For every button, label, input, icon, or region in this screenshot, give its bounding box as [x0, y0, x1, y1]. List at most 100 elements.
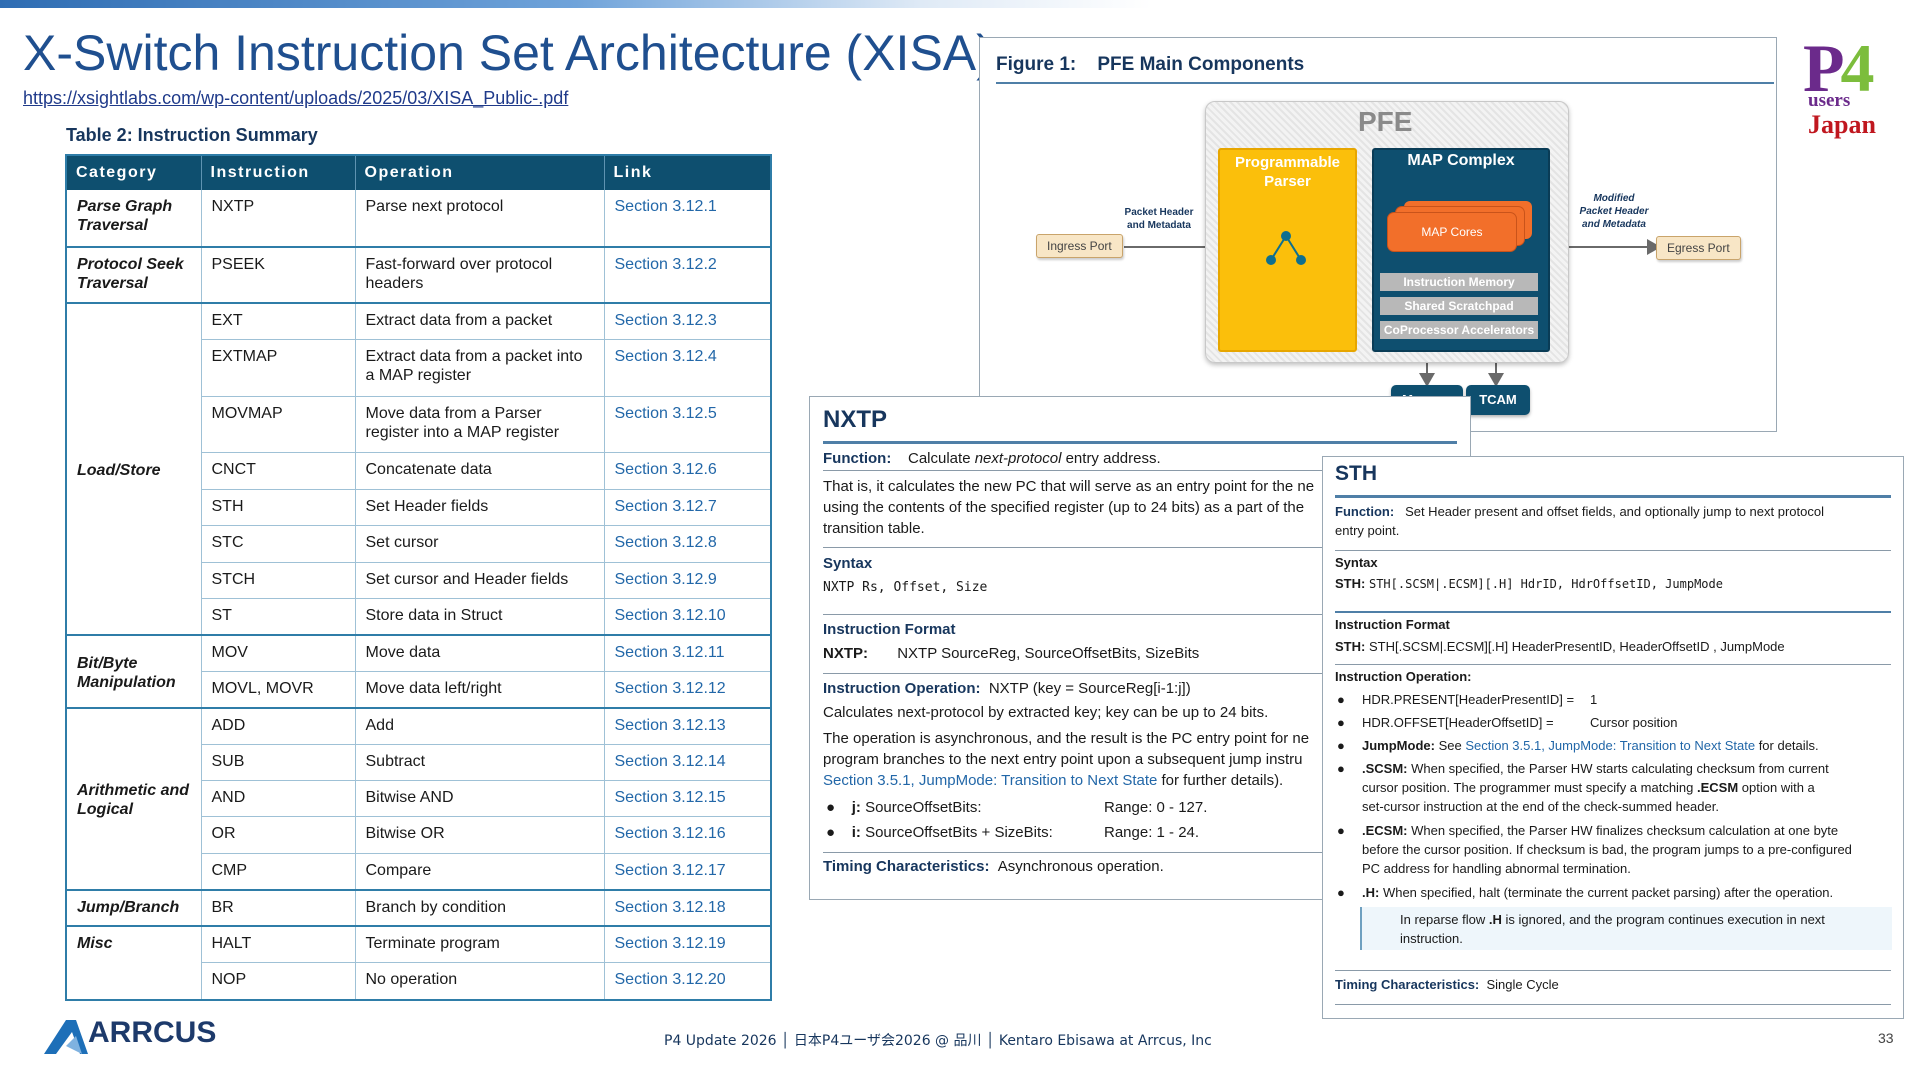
operation-cell: Add	[355, 707, 605, 745]
sth-syntax-value: STH[.SCSM|.ECSM][.H] HdrID, HdrOffsetID,…	[1368, 577, 1723, 591]
nxtp-desc-2: using the contents of the specified regi…	[823, 499, 1305, 516]
nxtp-bullet-i-label: i:	[851, 824, 861, 841]
operation-cell: Store data in Struct	[355, 598, 605, 636]
table-row: Load/Store EXT Extract data from a packe…	[67, 303, 770, 636]
nxtp-desc-1: That is, it calculates the new PC that w…	[823, 478, 1315, 495]
operation-cell: Terminate program	[355, 925, 605, 963]
section-link[interactable]: Section 3.12.11	[604, 634, 770, 672]
category-cell: Arithmetic and Logical	[67, 707, 202, 891]
divider	[1335, 970, 1891, 971]
section-link[interactable]: Section 3.12.12	[604, 671, 770, 709]
nxtp-op-label: Instruction Operation:	[823, 680, 981, 697]
instruction-cell: STH	[201, 489, 356, 527]
instruction-cell: NXTP	[201, 190, 356, 248]
source-link[interactable]: https://xsightlabs.com/wp-content/upload…	[23, 88, 568, 109]
nxtp-function: Function: Calculate next-protocol entry …	[823, 448, 1161, 469]
sth-scsm-label: .SCSM:	[1362, 761, 1408, 776]
operation-cell: Bitwise AND	[355, 780, 605, 818]
section-link[interactable]: Section 3.12.16	[604, 816, 770, 854]
section-link[interactable]: Section 3.12.14	[604, 744, 770, 781]
sth-note: In reparse flow .H is ignored, and the p…	[1400, 910, 1825, 929]
sth-h-label: .H:	[1362, 885, 1380, 900]
table-row: Protocol Seek Traversal PSEEK Fast-forwa…	[67, 246, 770, 305]
nxtp-syntax: NXTP Rs, Offset, Size	[823, 580, 988, 595]
table-row: Jump/Branch BR Branch by condition Secti…	[67, 889, 770, 927]
parser-label: Programmable Parser	[1234, 154, 1341, 190]
header-link: Link	[604, 156, 770, 190]
arrcus-logo: ARRCUS	[88, 1016, 217, 1049]
section-link[interactable]: Section 3.12.19	[604, 925, 770, 963]
section-link[interactable]: Section 3.12.1	[604, 190, 770, 248]
sth-format-name: STH:	[1335, 639, 1366, 654]
instruction-cell: STCH	[201, 562, 356, 599]
category-cell: Parse Graph Traversal	[67, 190, 202, 248]
instruction-cell: MOVMAP	[201, 396, 356, 454]
section-link[interactable]: Section 3.12.15	[604, 780, 770, 818]
sth-format: STH: STH[.SCSM|.ECSM][.H] HeaderPresentI…	[1335, 637, 1785, 656]
sth-section-link[interactable]: Section 3.5.1, JumpMode: Transition to N…	[1465, 738, 1755, 753]
bullet-icon: ●	[1337, 738, 1345, 753]
sth-ecsm-text: When specified, the Parser HW finalizes …	[1407, 823, 1839, 838]
nxtp-timing-value: Asynchronous operation.	[997, 858, 1164, 875]
pfe-label: PFE	[1358, 106, 1413, 137]
operation-cell: Extract data from a packet into a MAP re…	[355, 339, 605, 397]
section-link[interactable]: Section 3.12.13	[604, 707, 770, 745]
nxtp-op-3: program branches to the next entry point…	[823, 751, 1303, 768]
nxtp-function-em: next-protocol	[974, 450, 1062, 467]
sth-op-b5-3: PC address for handling abnormal termina…	[1362, 861, 1631, 876]
nxtp-section-link[interactable]: Section 3.5.1, JumpMode: Transition to N…	[823, 772, 1157, 789]
operation-cell: Fast-forward over protocol headers	[355, 246, 605, 305]
operation-cell: Compare	[355, 853, 605, 891]
divider	[1335, 1004, 1891, 1005]
section-link[interactable]: Section 3.12.3	[604, 303, 770, 341]
sth-b3-rest: for details.	[1755, 738, 1819, 753]
nxtp-op-1: Calculates next-protocol by extracted ke…	[823, 704, 1269, 721]
sth-timing-value: Single Cycle	[1486, 977, 1559, 992]
sth-note-text: In reparse flow	[1400, 912, 1489, 927]
section-link[interactable]: Section 3.12.4	[604, 339, 770, 397]
section-link[interactable]: Section 3.12.2	[604, 246, 770, 305]
operation-cell: Move data	[355, 634, 605, 672]
operation-cell: Branch by condition	[355, 889, 605, 927]
operation-cell: No operation	[355, 962, 605, 999]
sth-ecsm-label: .ECSM:	[1362, 823, 1408, 838]
section-link[interactable]: Section 3.12.8	[604, 525, 770, 563]
category-cell: Protocol Seek Traversal	[67, 246, 202, 305]
bullet-icon: ●	[1337, 692, 1345, 707]
section-link[interactable]: Section 3.12.7	[604, 489, 770, 527]
sth-jumpmode-label: JumpMode:	[1362, 738, 1435, 753]
sth-syntax-label: Syntax	[1335, 555, 1378, 570]
nxtp-bullet-j-range: Range: 0 - 127.	[1104, 799, 1208, 816]
sth-op-b4: .SCSM: When specified, the Parser HW sta…	[1362, 759, 1829, 778]
section-link[interactable]: Section 3.12.6	[604, 452, 770, 490]
section-link[interactable]: Section 3.12.9	[604, 562, 770, 599]
tcam-block: TCAM	[1466, 385, 1530, 415]
nxtp-bullet-i: ● i: SourceOffsetBits + SizeBits:	[826, 822, 1053, 843]
section-link[interactable]: Section 3.12.5	[604, 396, 770, 454]
section-link[interactable]: Section 3.12.17	[604, 853, 770, 891]
instruction-cell: EXT	[201, 303, 356, 341]
sth-op-b2-value: Cursor position	[1590, 715, 1678, 730]
sth-function-label: Function:	[1335, 504, 1395, 519]
sth-op-b3: JumpMode: See Section 3.5.1, JumpMode: T…	[1362, 736, 1819, 755]
operation-cell: Extract data from a packet	[355, 303, 605, 341]
bullet-icon: ●	[826, 824, 836, 841]
section-link[interactable]: Section 3.12.18	[604, 889, 770, 927]
section-link[interactable]: Section 3.12.10	[604, 598, 770, 636]
arrcus-logo-mark	[44, 1020, 88, 1054]
instruction-cell: OR	[201, 816, 356, 854]
sth-title-rule	[1335, 495, 1891, 498]
bullet-icon: ●	[826, 799, 836, 816]
nxtp-title: NXTP	[823, 406, 888, 433]
nxtp-bullet-j-label: j:	[851, 799, 861, 816]
sth-op-label: Instruction Operation:	[1335, 669, 1472, 684]
nxtp-op-2: The operation is asynchronous, and the r…	[823, 730, 1310, 747]
instruction-cell: ADD	[201, 707, 356, 745]
nxtp-format-label: Instruction Format	[823, 621, 956, 638]
bullet-icon: ●	[1337, 885, 1345, 900]
operation-cell: Parse next protocol	[355, 190, 605, 248]
nxtp-syntax-label: Syntax	[823, 555, 873, 572]
sth-h-text: When specified, halt (terminate the curr…	[1379, 885, 1834, 900]
shared-scratchpad-bar: Shared Scratchpad	[1380, 297, 1538, 315]
section-link[interactable]: Section 3.12.20	[604, 962, 770, 999]
